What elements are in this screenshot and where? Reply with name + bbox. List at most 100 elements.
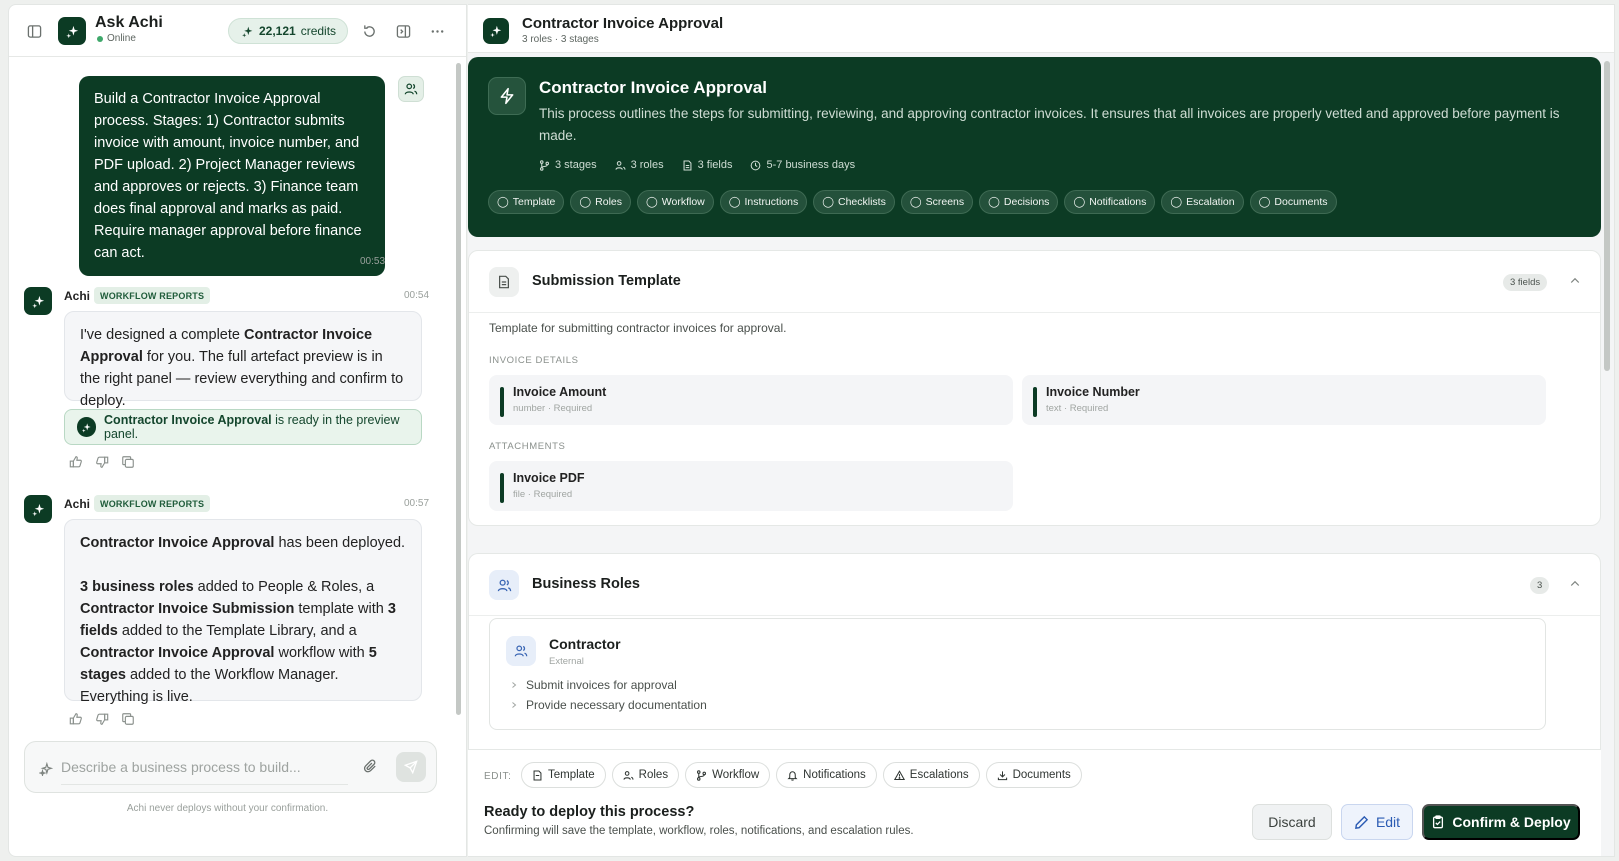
chip-roles[interactable]: ◯ Roles	[570, 190, 631, 214]
document-icon	[682, 160, 693, 171]
field-accent-bar	[500, 473, 504, 503]
chip-label: Checklists	[837, 196, 886, 208]
meta-roles: 3 roles	[615, 159, 664, 171]
edit-chip-template[interactable]: Template	[521, 762, 606, 788]
message-text: template with	[294, 601, 388, 617]
download-icon	[997, 770, 1008, 781]
message-text: added to the Template Library, and a	[117, 623, 357, 639]
thumbs-down-icon[interactable]	[95, 455, 109, 469]
check-circle-icon: ◯	[909, 196, 922, 208]
check-circle-icon: ◯	[497, 196, 509, 208]
thumbs-up-icon[interactable]	[69, 712, 83, 726]
message-bold: Contractor Invoice Submission	[80, 601, 295, 617]
users-icon	[506, 636, 536, 666]
sidebar-toggle-icon[interactable]	[22, 19, 46, 43]
check-circle-icon: ◯	[579, 196, 592, 208]
discard-button[interactable]: Discard	[1252, 804, 1332, 840]
edit-chip-label: Documents	[1012, 769, 1071, 781]
credits-value: 22,121	[259, 24, 296, 38]
copy-icon[interactable]	[121, 712, 135, 726]
achi-avatar-icon	[24, 495, 52, 523]
edit-chip-notifications[interactable]: Notifications	[776, 762, 877, 788]
message-text: workflow with	[274, 645, 369, 661]
card-header[interactable]: Submission Template 3 fields	[469, 251, 1600, 313]
message-reactions	[69, 455, 135, 469]
chip-screens[interactable]: ◯ Screens	[900, 190, 974, 214]
bot-name: Achi	[64, 497, 91, 511]
chip-template[interactable]: ◯ Template	[488, 190, 565, 214]
chat-scrollbar-thumb[interactable]	[456, 63, 461, 715]
check-circle-icon: ◯	[646, 196, 658, 208]
workflow-reports-badge: WORKFLOW REPORTS	[94, 495, 211, 512]
refresh-icon[interactable]	[357, 19, 381, 43]
warning-icon	[893, 769, 905, 781]
card-title: Business Roles	[532, 576, 640, 592]
preview-scrollbar[interactable]	[1603, 57, 1611, 747]
field-invoice-number[interactable]: Invoice Number text · Required	[1022, 375, 1546, 425]
branch-icon	[696, 769, 707, 781]
bot-message-bubble: I've designed a complete Contractor Invo…	[64, 311, 422, 409]
clock-icon	[750, 160, 761, 171]
chevron-right-icon	[510, 701, 518, 709]
chip-label: Roles	[595, 196, 622, 208]
message-paragraph: Contractor Invoice Approval has been dep…	[80, 532, 406, 554]
achi-small-icon	[77, 417, 97, 437]
attach-icon[interactable]	[363, 759, 378, 774]
chat-header: Ask Achi Online 22,121 credits	[9, 5, 466, 57]
preview-subtitle: 3 roles · 3 stages	[522, 34, 599, 45]
copy-icon[interactable]	[121, 455, 135, 469]
chip-notifications[interactable]: ◯ Notifications	[1064, 190, 1156, 214]
app-title: Ask Achi	[95, 14, 163, 31]
send-button[interactable]	[396, 752, 426, 782]
field-invoice-pdf[interactable]: Invoice PDF file · Required	[489, 461, 1013, 511]
check-circle-icon: ◯	[728, 196, 741, 208]
edit-label: EDIT:	[484, 771, 512, 782]
edit-chip-workflow[interactable]: Workflow	[685, 762, 771, 788]
pencil-icon	[1354, 815, 1369, 830]
preview-scrollbar-thumb[interactable]	[1604, 61, 1610, 371]
role-contractor[interactable]: Contractor External Submit invoices for …	[489, 618, 1546, 730]
thumbs-down-icon[interactable]	[95, 712, 109, 726]
discard-label: Discard	[1268, 814, 1316, 830]
confirm-deploy-button[interactable]: Confirm & Deploy	[1422, 804, 1580, 840]
chip-escalation[interactable]: ◯ Escalation	[1161, 190, 1244, 214]
user-message: Build a Contractor Invoice Approval proc…	[79, 76, 385, 276]
hero-description: This process outlines the steps for subm…	[539, 106, 1560, 143]
chat-scrollbar[interactable]	[455, 61, 462, 735]
chevron-up-icon[interactable]	[1569, 578, 1581, 590]
chevron-up-icon[interactable]	[1569, 275, 1581, 287]
chip-label: Documents	[1274, 196, 1328, 208]
edit-chip-roles[interactable]: Roles	[611, 762, 680, 788]
field-meta: text · Required	[1046, 403, 1109, 414]
panel-toggle-icon[interactable]	[391, 19, 415, 43]
edit-chip-documents[interactable]: Documents	[985, 762, 1082, 788]
chip-decisions[interactable]: ◯ Decisions	[979, 190, 1059, 214]
edit-button[interactable]: Edit	[1341, 804, 1413, 840]
chip-instructions[interactable]: ◯ Instructions	[719, 190, 808, 214]
card-header[interactable]: Business Roles 3	[469, 554, 1600, 616]
more-options-icon[interactable]	[425, 19, 449, 43]
chip-workflow[interactable]: ◯ Workflow	[637, 190, 714, 214]
hero-chips: ◯ Template ◯ Roles ◯ Workflow ◯ Instructions…	[488, 190, 1337, 214]
field-meta: file · Required	[513, 489, 573, 500]
message-composer[interactable]: Describe a business process to build...	[24, 741, 437, 793]
message-input[interactable]: Describe a business process to build...	[61, 759, 301, 775]
field-invoice-amount[interactable]: Invoice Amount number · Required	[489, 375, 1013, 425]
deploy-bar: EDIT: Template Roles Workflow Notificati…	[468, 749, 1601, 856]
document-icon	[532, 770, 543, 781]
meta-text: 3 roles	[630, 159, 664, 171]
chip-documents[interactable]: ◯ Documents	[1249, 190, 1337, 214]
thumbs-up-icon[interactable]	[69, 455, 83, 469]
achi-logo-icon	[483, 18, 509, 44]
chip-label: Workflow	[661, 196, 705, 208]
edit-chip-escalations[interactable]: Escalations	[882, 762, 980, 788]
message-text: I've designed a complete	[80, 327, 244, 343]
credits-badge[interactable]: 22,121 credits	[228, 18, 348, 44]
check-circle-icon: ◯	[822, 196, 834, 208]
preview-header: Contractor Invoice Approval 3 roles · 3 …	[468, 5, 1614, 53]
edit-label-text: Edit	[1375, 814, 1401, 830]
ready-notice[interactable]: Contractor Invoice Approval is ready in …	[64, 409, 422, 445]
chip-checklists[interactable]: ◯ Checklists	[813, 190, 895, 214]
achi-logo-icon	[58, 17, 86, 45]
field-accent-bar	[1033, 387, 1037, 417]
